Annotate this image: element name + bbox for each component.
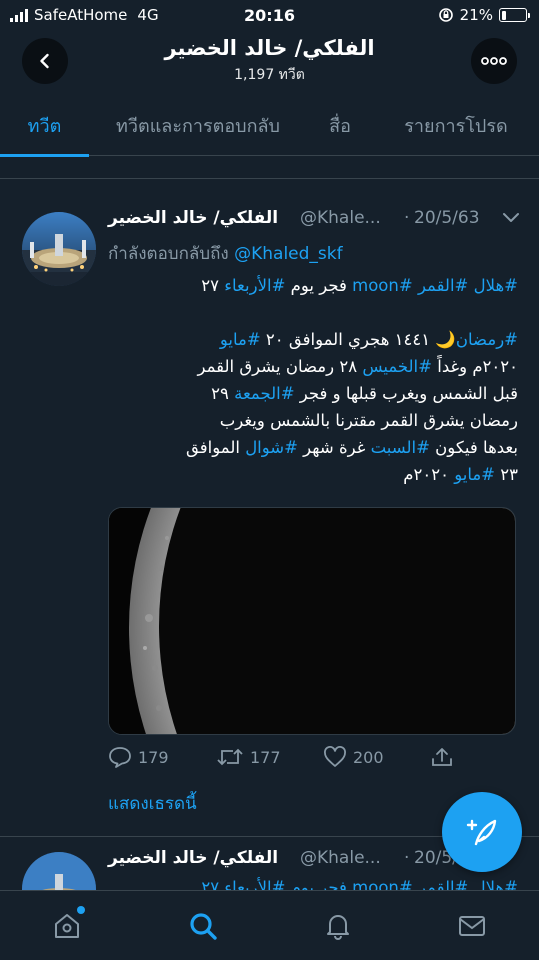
tweet-text-line: ٢٣ #مايو ٢٠٢٠م bbox=[108, 461, 518, 488]
battery-icon bbox=[499, 8, 530, 22]
compose-tweet-icon bbox=[466, 819, 497, 846]
nav-home[interactable] bbox=[50, 906, 85, 943]
like-count: 200 bbox=[353, 747, 384, 767]
tab-label: ทวีต bbox=[27, 115, 62, 137]
more-button[interactable] bbox=[471, 38, 517, 84]
hashtag-link[interactable]: #مايو bbox=[220, 330, 261, 349]
tweet-text-line: #هلال #القمر #moon فجر يوم #الأربعاء ٢٧ bbox=[108, 272, 518, 299]
tweet-text-segment: 🌙 ١٤٤١ هجري الموافق ٢٠ bbox=[260, 330, 456, 349]
reply-prefix: กำลังตอบกลับถึง bbox=[108, 244, 229, 264]
home-unread-dot bbox=[77, 906, 85, 914]
chevron-down-icon[interactable] bbox=[502, 212, 520, 224]
hashtag-link[interactable]: #السبت bbox=[371, 438, 430, 457]
tab-likes[interactable]: รายการโปรด bbox=[373, 94, 539, 156]
hashtag-link[interactable]: #الجمعة bbox=[234, 384, 294, 403]
like-button[interactable]: 200 bbox=[323, 746, 384, 768]
tweet-actions: 179 177 200 bbox=[108, 746, 516, 776]
tweet-text-segment: ٢٩ bbox=[211, 384, 235, 403]
tweet-text-segment: الموافق bbox=[186, 438, 246, 457]
tweet-text-segment: ٢٨ رمضان يشرق القمر bbox=[197, 357, 363, 376]
tweet-date[interactable]: 20/5/63 bbox=[414, 208, 480, 228]
tweet-count: 1,197 ทวีต bbox=[234, 67, 305, 83]
tweet-text-blank-line bbox=[108, 299, 518, 326]
profile-tabs: ทวีต ทวีตและการตอบกลับ สื่อ รายการโปรด bbox=[0, 94, 539, 157]
tweet-text-segment: فجر يوم bbox=[285, 276, 353, 295]
author-name[interactable]: الفلكي/ خالد الخضير bbox=[108, 208, 278, 228]
nav-messages[interactable] bbox=[455, 909, 489, 943]
share-icon bbox=[432, 748, 452, 766]
tweet-text-segment: رمضان يشرق القمر مقترنا بالشمس ويغرب bbox=[219, 411, 518, 430]
more-dots-icon bbox=[481, 57, 507, 65]
nav-notifications[interactable] bbox=[321, 909, 355, 943]
show-thread-link[interactable]: แสดงเธรดนี้ bbox=[108, 790, 197, 817]
nav-search[interactable] bbox=[186, 909, 220, 943]
hashtag-link[interactable]: #moon bbox=[352, 276, 413, 295]
tweet-text-line: رمضان يشرق القمر مقترنا بالشمس ويغرب bbox=[108, 407, 518, 434]
tweet-media-moon-image[interactable] bbox=[108, 507, 516, 735]
retweet-icon bbox=[217, 748, 243, 766]
tweet-text-segment: غرة شهر bbox=[297, 438, 371, 457]
tweet-text-line: #رمضان🌙 ١٤٤١ هجري الموافق ٢٠ #مايو bbox=[108, 326, 518, 353]
reply-icon bbox=[109, 747, 131, 768]
avatar-image bbox=[22, 212, 96, 286]
author-name[interactable]: الفلكي/ خالد الخضير bbox=[108, 848, 278, 868]
retweet-button[interactable]: 177 bbox=[216, 746, 281, 768]
avatar[interactable] bbox=[22, 212, 96, 286]
tweet-text-segment: قبل الشمس ويغرب قبلها و فجر bbox=[294, 384, 518, 403]
hashtag-link[interactable]: #شوال bbox=[245, 438, 298, 457]
battery-percent: 21% bbox=[459, 6, 493, 24]
tweet-text-segment: ٢٠٢٠م وغداً bbox=[431, 357, 518, 376]
separator-dot: · bbox=[404, 208, 410, 228]
reply-context: กำลังตอบกลับถึง @Khaled_skf bbox=[108, 240, 343, 267]
tweet-header: الفلكي/ خالد الخضير @Khale... · 20/5/63 bbox=[108, 208, 520, 234]
section-divider bbox=[0, 178, 539, 179]
home-icon bbox=[55, 914, 79, 938]
tab-label: ทวีตและการตอบกลับ bbox=[116, 115, 280, 137]
avatar[interactable] bbox=[22, 852, 96, 892]
retweet-count: 177 bbox=[250, 747, 281, 767]
reply-mention-link[interactable]: @Khaled_skf bbox=[234, 244, 343, 264]
hashtag-link[interactable]: #رمضان bbox=[456, 330, 518, 349]
tab-label: สื่อ bbox=[329, 115, 351, 137]
author-handle[interactable]: @Khale... bbox=[300, 848, 381, 868]
tweet-text-line: قبل الشمس ويغرب قبلها و فجر #الجمعة ٢٩ bbox=[108, 380, 518, 407]
avatar-image bbox=[22, 852, 96, 892]
tweet-text-segment: بعدها فيكون bbox=[429, 438, 518, 457]
mail-icon bbox=[459, 916, 485, 936]
reply-button[interactable]: 179 bbox=[108, 746, 169, 768]
tab-tweets-and-replies[interactable]: ทวีตและการตอบกลับ bbox=[89, 94, 307, 156]
hashtag-link[interactable]: #هلال bbox=[474, 276, 518, 295]
search-icon bbox=[190, 913, 217, 940]
tweet-text-segment: ٢٧ bbox=[201, 276, 225, 295]
compose-tweet-button[interactable] bbox=[442, 792, 522, 872]
profile-name: الفلكي/ خالد الخضير bbox=[164, 36, 375, 60]
tab-label: รายการโปรด bbox=[404, 115, 508, 137]
author-handle[interactable]: @Khale... bbox=[300, 208, 381, 228]
reply-count: 179 bbox=[138, 747, 169, 767]
tweet-text-segment: ٢٣ bbox=[495, 465, 518, 484]
tweet-text: #هلال #القمر #moon فجر يوم #الأربعاء ٢٧ #… bbox=[108, 272, 518, 488]
separator-dot: · bbox=[404, 848, 410, 868]
bottom-nav bbox=[0, 890, 539, 960]
orientation-lock-icon bbox=[438, 8, 453, 22]
profile-header: الفلكي/ خالد الخضير 1,197 ทวีต bbox=[0, 32, 539, 94]
moon-crescent-image bbox=[109, 508, 515, 734]
battery-fill bbox=[501, 10, 507, 20]
heart-icon bbox=[324, 746, 346, 767]
bell-icon bbox=[327, 915, 349, 940]
tweet-text-line: ٢٠٢٠م وغداً #الخميس ٢٨ رمضان يشرق القمر bbox=[108, 353, 518, 380]
status-right: 21% bbox=[438, 6, 530, 24]
tab-media[interactable]: สื่อ bbox=[307, 94, 373, 156]
hashtag-link[interactable]: #الخميس bbox=[362, 357, 432, 376]
hashtag-link[interactable]: #مايو bbox=[454, 465, 495, 484]
hashtag-link[interactable]: #القمر bbox=[418, 276, 468, 295]
share-button[interactable] bbox=[430, 746, 454, 768]
tab-tweets[interactable]: ทวีต bbox=[0, 94, 89, 157]
hashtag-link[interactable]: #الأربعاء bbox=[224, 276, 285, 295]
status-bar: SafeAtHome 4G 20:16 21% bbox=[0, 0, 539, 32]
tweet-text-line: بعدها فيكون #السبت غرة شهر #شوال الموافق bbox=[108, 434, 518, 461]
tweet-text-segment: ٢٠٢٠م bbox=[403, 465, 455, 484]
